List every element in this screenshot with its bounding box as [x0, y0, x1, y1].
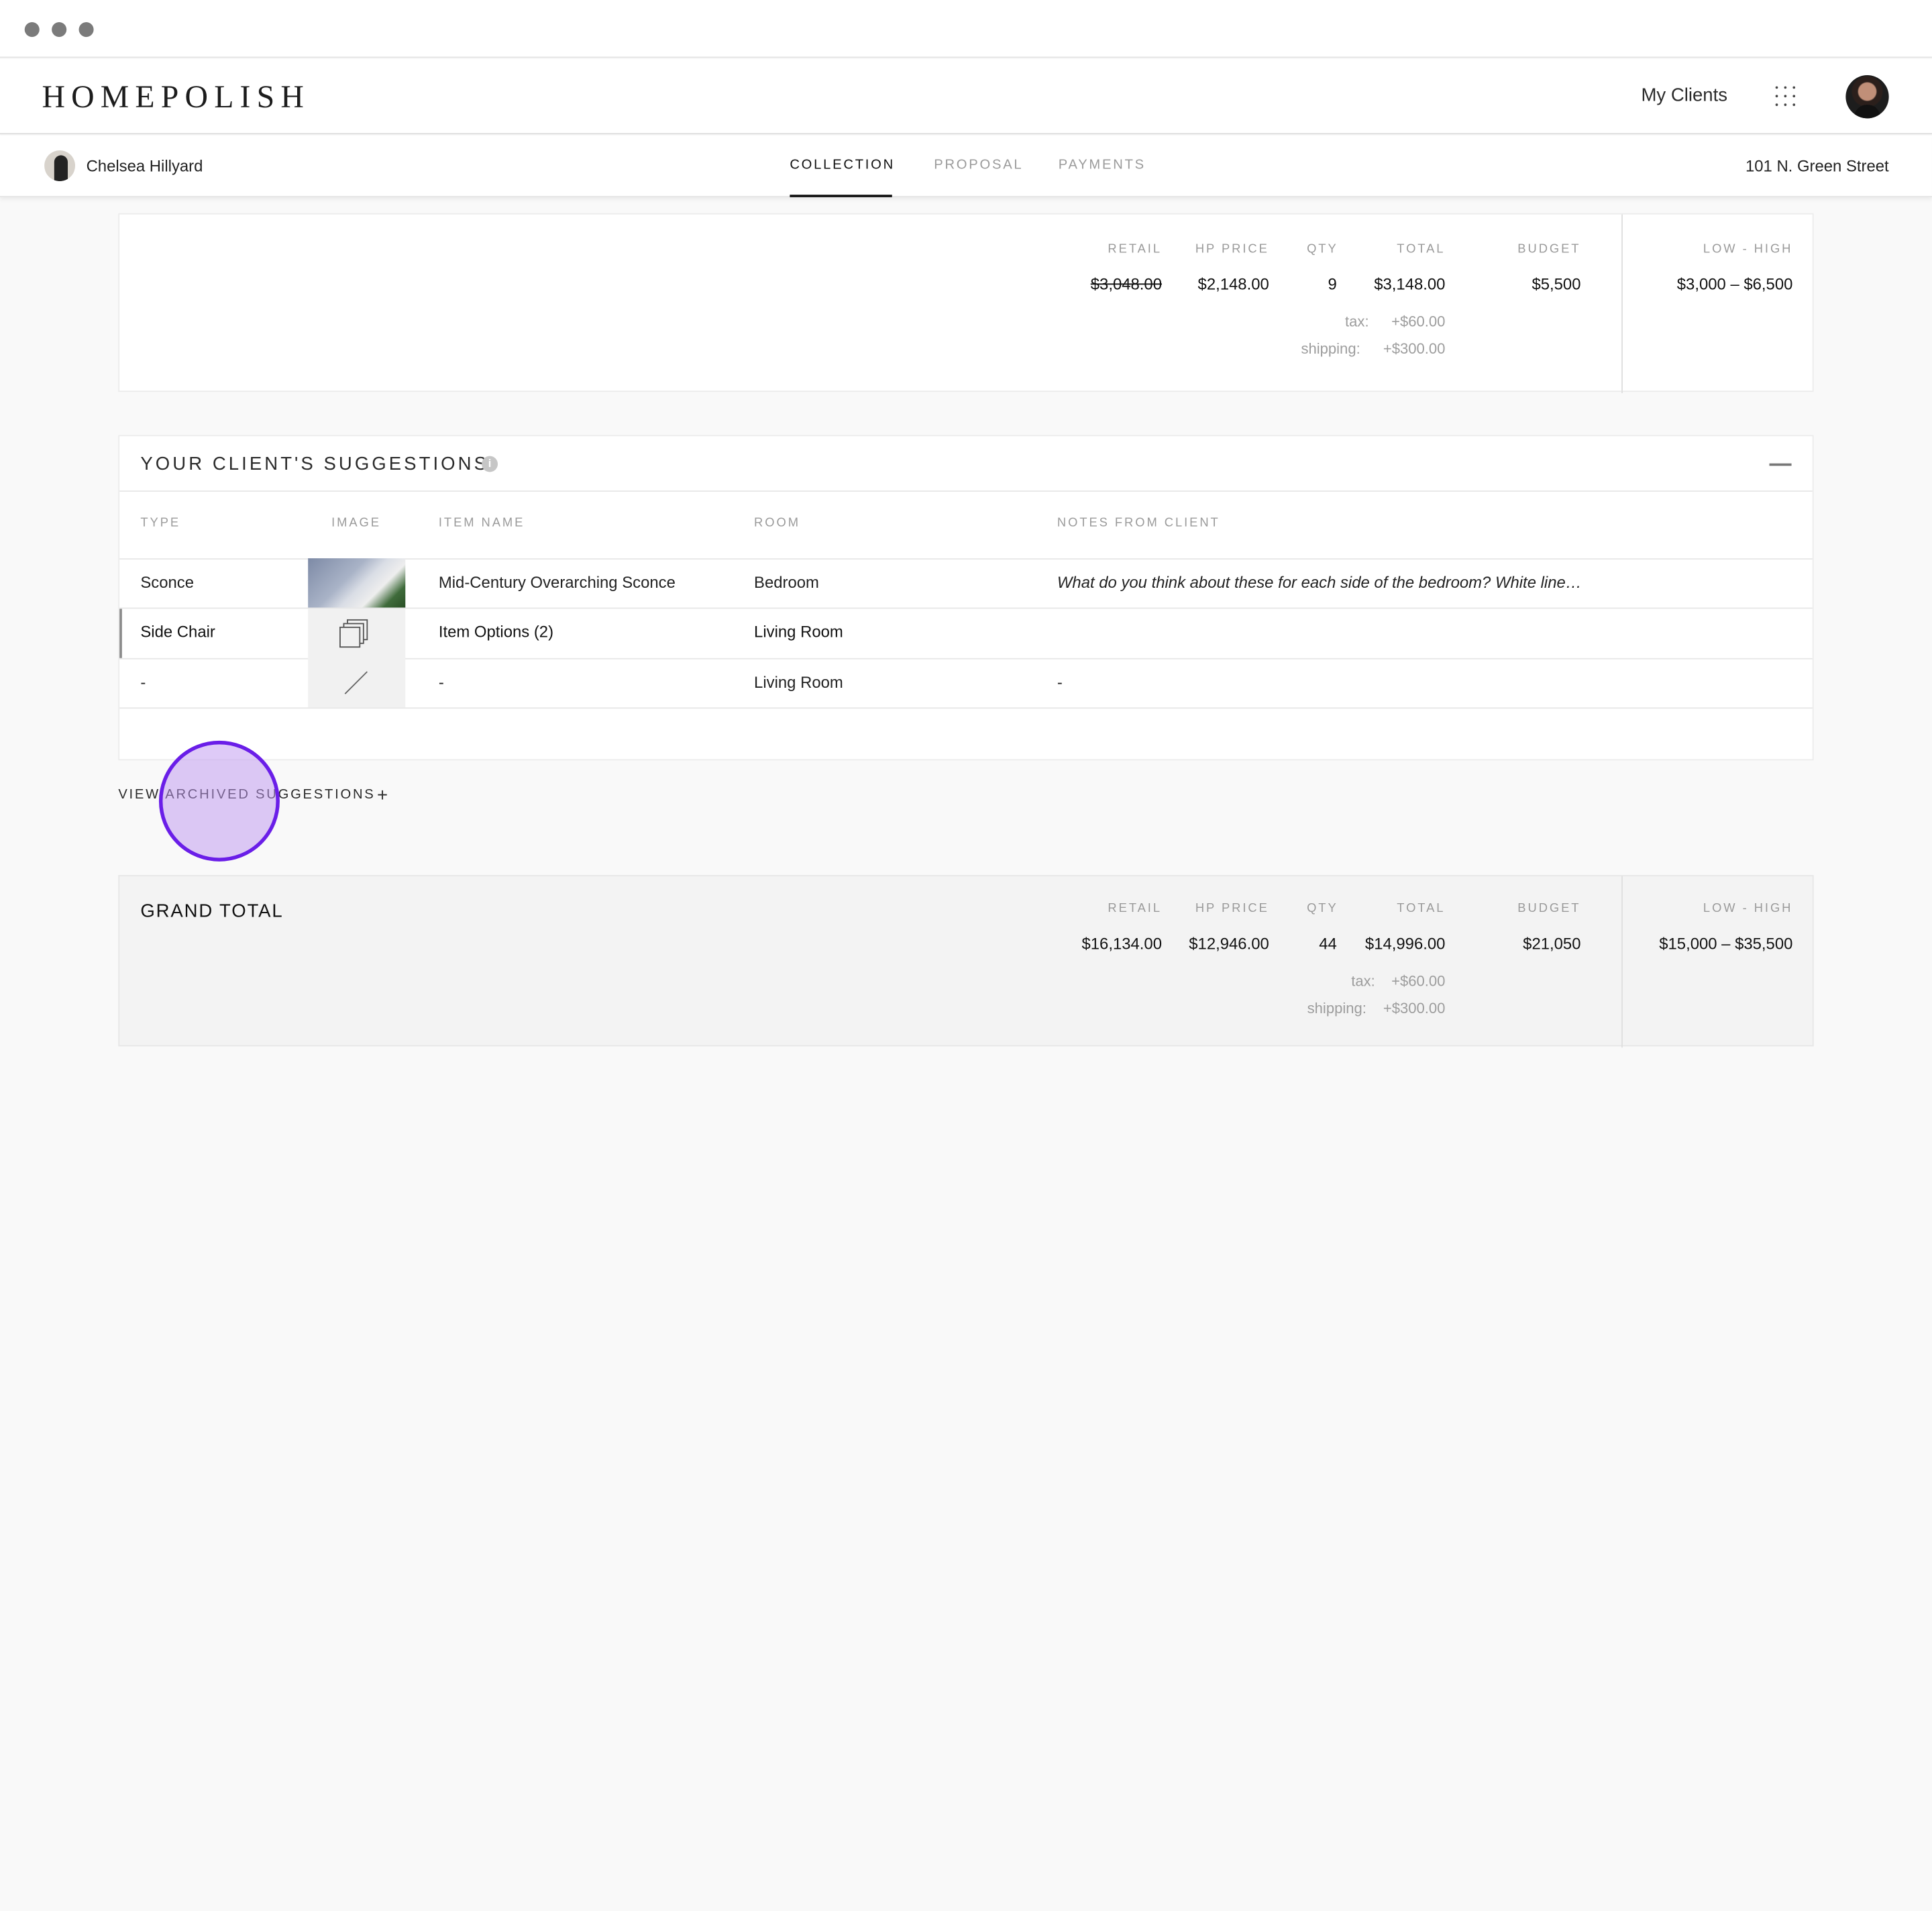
project-address: 101 N. Green Street	[1745, 156, 1889, 175]
col-head-retail: RETAIL	[1108, 242, 1163, 257]
divider	[119, 707, 1813, 709]
summary-tax-label: tax:	[1345, 313, 1369, 331]
col-head-item-name: ITEM NAME	[438, 516, 525, 530]
row-item-name[interactable]: -	[439, 673, 444, 692]
col-head-type: TYPE	[140, 516, 181, 530]
col-head-hp-price: HP PRICE	[1195, 902, 1269, 916]
grand-tax: +$60.00	[1391, 972, 1446, 990]
info-icon[interactable]: i	[482, 456, 498, 472]
item-options-cell[interactable]	[308, 609, 406, 658]
suggestions-title: YOUR CLIENT'S SUGGESTIONS	[140, 453, 489, 475]
col-head-low-high: LOW - HIGH	[1703, 242, 1793, 257]
row-item-name[interactable]: Item Options (2)	[439, 623, 553, 641]
grand-shipping: +$300.00	[1383, 999, 1446, 1017]
summary-low-high: $3,000 – $6,500	[1676, 274, 1793, 294]
active-tab-indicator	[790, 195, 892, 197]
section-summary-card: RETAIL HP PRICE QTY TOTAL BUDGET LOW - H…	[118, 213, 1814, 393]
tab-collection[interactable]: COLLECTION	[790, 158, 895, 172]
grand-hp-price: $12,946.00	[1189, 934, 1269, 953]
my-clients-link[interactable]: My Clients	[1641, 85, 1727, 106]
client-suggestions-card: YOUR CLIENT'S SUGGESTIONS i TYPE IMAGE I…	[118, 435, 1814, 761]
row-type: Side Chair	[140, 622, 215, 641]
summary-shipping-label: shipping:	[1301, 340, 1360, 358]
col-head-image: IMAGE	[331, 516, 381, 530]
row-room: Bedroom	[754, 573, 819, 592]
brand-logo[interactable]: HOMEPOLISH	[42, 79, 310, 116]
app-frame: HOMEPOLISH My Clients Chelsea Hillyard C…	[0, 0, 1932, 1911]
summary-tax: +$60.00	[1391, 313, 1446, 331]
range-divider	[1621, 214, 1623, 393]
click-indicator	[158, 740, 280, 862]
client-avatar	[44, 150, 76, 181]
col-head-room: ROOM	[754, 516, 800, 530]
col-head-qty: QTY	[1307, 242, 1338, 257]
col-head-hp-price: HP PRICE	[1195, 242, 1269, 257]
tab-payments[interactable]: PAYMENTS	[1059, 158, 1146, 172]
col-head-total: TOTAL	[1397, 242, 1446, 257]
col-head-qty: QTY	[1307, 902, 1338, 916]
grand-qty: 44	[1319, 934, 1337, 953]
divider	[119, 490, 1813, 492]
row-type: Sconce	[140, 573, 195, 592]
col-head-notes: NOTES FROM CLIENT	[1057, 516, 1220, 530]
summary-shipping: +$300.00	[1383, 340, 1446, 358]
tab-proposal[interactable]: PROPOSAL	[934, 158, 1023, 172]
row-notes: What do you think about these for each s…	[1057, 573, 1582, 592]
row-notes: -	[1057, 672, 1063, 692]
range-divider	[1621, 876, 1623, 1048]
summary-hp-price: $2,148.00	[1197, 274, 1269, 294]
window-close-dot[interactable]	[24, 22, 40, 38]
item-thumbnail[interactable]	[308, 558, 406, 608]
apps-grid-icon[interactable]	[1775, 86, 1798, 109]
col-head-budget: BUDGET	[1517, 242, 1581, 257]
row-selected-marker	[119, 609, 122, 658]
no-image-slash-icon	[344, 671, 368, 694]
col-head-budget: BUDGET	[1517, 902, 1581, 916]
grand-total-title: GRAND TOTAL	[140, 900, 284, 922]
no-image-cell	[308, 658, 406, 708]
row-item-name[interactable]: Mid-Century Overarching Sconce	[439, 573, 676, 592]
summary-total: $3,148.00	[1374, 274, 1446, 294]
summary-retail: $3,048.00	[1090, 274, 1163, 294]
client-name[interactable]: Chelsea Hillyard	[87, 156, 203, 175]
summary-qty: 9	[1328, 274, 1337, 294]
window-minimize-dot[interactable]	[52, 22, 67, 38]
col-head-low-high: LOW - HIGH	[1703, 902, 1793, 916]
plus-icon[interactable]: +	[377, 785, 388, 806]
stacked-items-icon	[339, 619, 368, 648]
project-subnav: Chelsea Hillyard COLLECTION PROPOSAL PAY…	[0, 136, 1932, 197]
grand-total-value: $14,996.00	[1364, 934, 1446, 953]
col-head-retail: RETAIL	[1108, 902, 1163, 916]
row-type: -	[140, 672, 146, 692]
grand-low-high: $15,000 – $35,500	[1659, 934, 1793, 953]
grand-tax-label: tax:	[1351, 972, 1375, 990]
col-head-total: TOTAL	[1397, 902, 1446, 916]
grand-shipping-label: shipping:	[1307, 999, 1366, 1017]
grand-total-card: GRAND TOTAL RETAIL HP PRICE QTY TOTAL BU…	[118, 875, 1814, 1048]
summary-budget: $5,500	[1532, 274, 1581, 294]
grand-retail: $16,134.00	[1081, 934, 1163, 953]
row-room: Living Room	[754, 672, 843, 692]
row-room: Living Room	[754, 622, 843, 641]
window-chrome	[0, 0, 1932, 58]
grand-budget: $21,050	[1523, 934, 1581, 953]
window-zoom-dot[interactable]	[78, 22, 94, 38]
top-header: HOMEPOLISH My Clients	[0, 59, 1932, 135]
user-avatar[interactable]	[1845, 75, 1889, 119]
collapse-minus-icon[interactable]	[1769, 463, 1792, 466]
